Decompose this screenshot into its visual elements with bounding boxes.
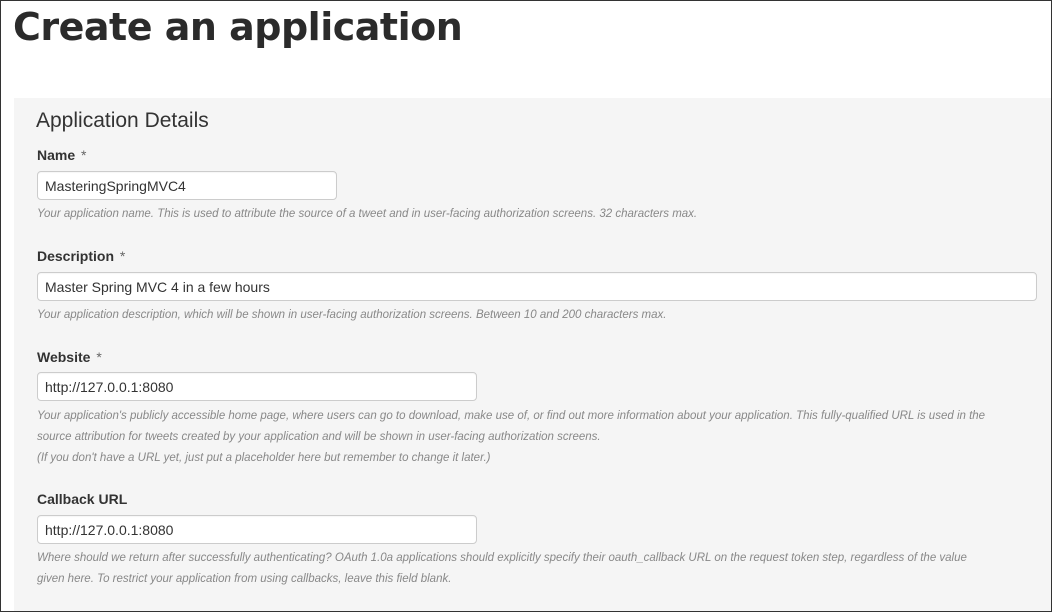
callback-url-help-line: given here. To restrict your application… [37,573,452,585]
name-input[interactable] [37,171,337,200]
callback-url-input[interactable] [37,515,477,544]
description-label: Description * [37,247,125,265]
description-input[interactable] [37,272,1037,301]
website-label: Website * [37,348,102,366]
website-help-line: Your application's publicly accessible h… [37,410,986,422]
name-label: Name * [37,146,86,164]
website-input[interactable] [37,372,477,401]
website-help-text: Your application's publicly accessible h… [37,406,985,469]
section-title: Application Details [36,109,209,132]
name-help-text: Your application name. This is used to a… [37,208,698,220]
website-help-line: (If you don't have a URL yet, just put a… [37,452,491,464]
callback-url-help-line: Where should we return after successfull… [37,552,967,564]
required-marker: * [119,248,126,264]
application-details-panel: Application Details Name * Your applicat… [14,98,1051,611]
description-help-text: Your application description, which will… [37,309,667,321]
website-label-text: Website [37,349,91,365]
callback-url-label: Callback URL [37,490,127,508]
callback-url-help-text: Where should we return after successfull… [37,548,967,590]
page-frame: Create an application Application Detail… [0,0,1052,612]
required-marker: * [96,349,102,365]
required-marker: * [81,147,87,163]
callback-url-label-text: Callback URL [37,491,128,507]
website-help-line: source attribution for tweets created by… [37,431,601,443]
description-label-text: Description [37,248,115,264]
page-title: Create an application [13,5,463,49]
name-label-text: Name [37,147,76,163]
